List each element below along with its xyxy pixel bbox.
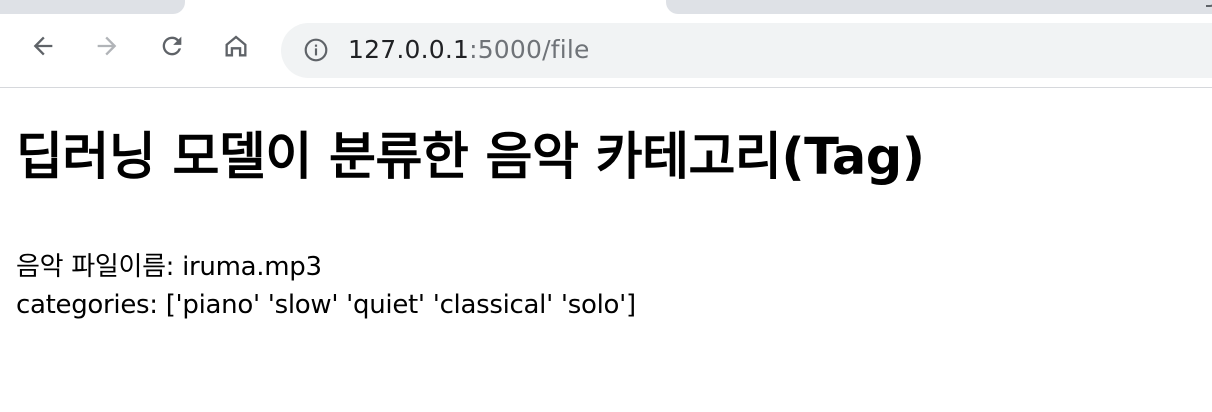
file-name-line: 음악 파일이름: iruma.mp3 [16, 252, 322, 282]
arrow-right-icon [97, 36, 117, 56]
page-title: 딥러닝 모델이 분류한 음악 카테고리(Tag) [16, 128, 925, 187]
home-icon [225, 35, 247, 57]
url-host: 127.0.0.1 [348, 35, 470, 64]
tab-inactive-right[interactable] [666, 0, 1212, 14]
forward-button[interactable] [91, 30, 123, 62]
tab-edge-mark [1206, 0, 1212, 7]
reload-button[interactable] [156, 30, 188, 62]
browser-chrome: 127.0.0.1:5000/file [0, 0, 1212, 88]
info-circle-icon[interactable] [303, 37, 329, 63]
url-path: :5000/file [469, 35, 590, 64]
tab-strip [0, 0, 1212, 14]
tab-inactive-left[interactable] [0, 0, 185, 14]
categories-line: categories: ['piano' 'slow' 'quiet' 'cla… [16, 290, 636, 320]
page-content: 딥러닝 모델이 분류한 음악 카테고리(Tag) 음악 파일이름: iruma.… [0, 88, 1212, 412]
address-bar[interactable]: 127.0.0.1:5000/file [281, 23, 1212, 78]
home-button[interactable] [220, 30, 252, 62]
arrow-left-icon [33, 36, 53, 56]
reload-icon [162, 36, 182, 56]
browser-toolbar: 127.0.0.1:5000/file [0, 14, 1212, 88]
url-text[interactable]: 127.0.0.1:5000/file [348, 35, 590, 65]
back-button[interactable] [27, 30, 59, 62]
